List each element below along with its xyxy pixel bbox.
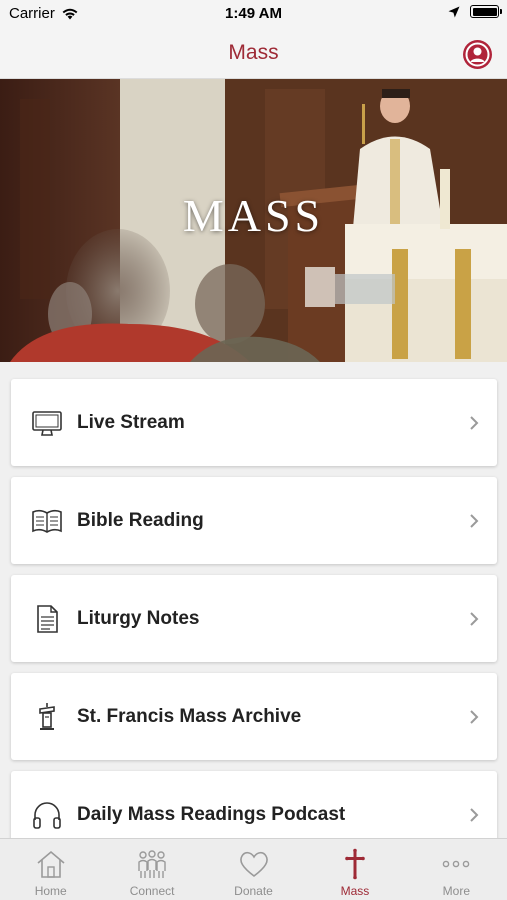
- tab-more[interactable]: More: [406, 839, 507, 900]
- chevron-right-icon: [470, 710, 479, 724]
- cross-icon: [345, 848, 365, 880]
- monitor-icon: [32, 411, 62, 436]
- nav-bar: Mass: [0, 28, 507, 79]
- tab-label: Connect: [129, 884, 175, 898]
- battery-icon: [470, 5, 502, 18]
- more-icon: [443, 860, 470, 868]
- menu-item-label: Daily Mass Readings Podcast: [77, 804, 346, 825]
- hero-banner: MASS: [0, 79, 507, 362]
- tab-connect[interactable]: Connect: [101, 839, 202, 900]
- tab-home[interactable]: Home: [0, 839, 101, 900]
- tab-label: More: [442, 884, 470, 898]
- profile-button[interactable]: [463, 40, 492, 69]
- status-time: 1:49 AM: [225, 5, 282, 22]
- tab-label: Mass: [340, 884, 370, 898]
- menu-item-live-stream[interactable]: Live Stream: [11, 379, 497, 466]
- menu-list: Live Stream Bible Reading Liturgy Notes …: [11, 379, 497, 869]
- menu-item-label: Liturgy Notes: [77, 608, 200, 629]
- status-right: [448, 5, 502, 18]
- tab-label: Home: [34, 884, 67, 898]
- hero-title: MASS: [182, 190, 325, 241]
- status-bar: Carrier 1:49 AM: [0, 0, 507, 28]
- document-icon: [37, 605, 58, 633]
- menu-item-bible-reading[interactable]: Bible Reading: [11, 477, 497, 564]
- chevron-right-icon: [470, 612, 479, 626]
- menu-item-liturgy-notes[interactable]: Liturgy Notes: [11, 575, 497, 662]
- location-arrow-icon: [448, 6, 460, 17]
- chevron-right-icon: [470, 514, 479, 528]
- tab-bar: Home Connect Donate Mass More: [0, 838, 507, 900]
- page-title: Mass: [228, 41, 279, 64]
- home-icon: [37, 850, 65, 878]
- menu-item-label: St. Francis Mass Archive: [77, 706, 302, 727]
- menu-item-mass-archive[interactable]: St. Francis Mass Archive: [11, 673, 497, 760]
- lectern-icon: [39, 703, 55, 730]
- chevron-right-icon: [470, 416, 479, 430]
- book-icon: [32, 509, 62, 533]
- screen: Carrier 1:49 AM Mass MASS Live Stream Bi…: [0, 0, 507, 900]
- chevron-right-icon: [470, 808, 479, 822]
- tab-donate[interactable]: Donate: [203, 839, 304, 900]
- heart-icon: [239, 851, 268, 878]
- tab-label: Donate: [234, 884, 273, 898]
- menu-item-label: Bible Reading: [77, 510, 204, 531]
- headphones-icon: [33, 802, 61, 829]
- menu-item-label: Live Stream: [77, 412, 185, 433]
- person-icon: [465, 42, 490, 67]
- tab-mass[interactable]: Mass: [304, 839, 405, 900]
- people-icon: [138, 850, 166, 878]
